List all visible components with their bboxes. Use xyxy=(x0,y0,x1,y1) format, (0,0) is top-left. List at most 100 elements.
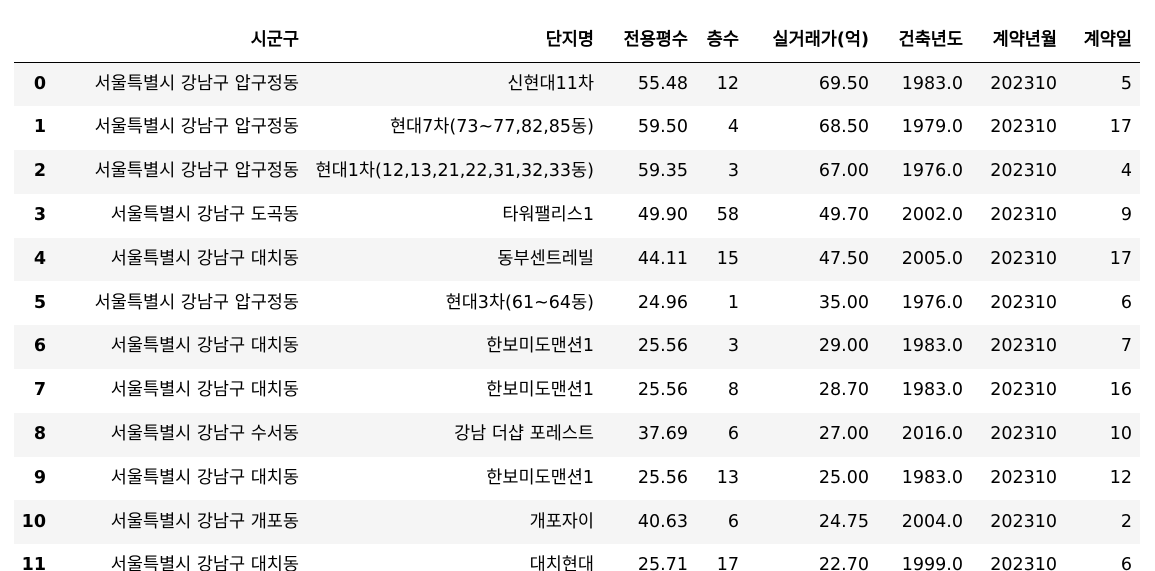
header-contract-ym: 계약년월 xyxy=(971,20,1065,63)
cell-area: 25.71 xyxy=(637,555,688,571)
cell-floor: 15 xyxy=(696,237,747,282)
cell-build-year: 1983.0 xyxy=(901,467,963,488)
cell-area: 37.69 xyxy=(602,412,696,457)
cell-floor: 3 xyxy=(696,150,747,194)
cell-area: 49.90 xyxy=(637,205,688,226)
cell-price: 47.50 xyxy=(747,237,877,282)
table-row: 6 서울특별시 강남구 대치동 한보미도맨션1 25.56 3 29.00 1983.0 20… xyxy=(14,325,1140,370)
cell-build-year: 1976.0 xyxy=(877,150,971,194)
header-price: 실거래가(억) xyxy=(747,20,877,63)
cell-price: 35.00 xyxy=(818,292,869,313)
dataframe-table: 시군구 단지명 전용평수 층수 실거래가(억) 건축년도 계약년월 계약일 0서… xyxy=(14,20,1140,571)
cell-sigungu: 서울특별시 강남구 압구정동 xyxy=(94,292,299,313)
cell-sigungu: 서울특별시 강남구 대치동 xyxy=(54,325,307,370)
cell-area: 40.63 xyxy=(602,500,696,545)
cell-floor: 8 xyxy=(727,380,739,401)
cell-build-year: 1999.0 xyxy=(901,555,963,571)
row-index: 3 xyxy=(33,205,46,226)
cell-sigungu: 서울특별시 강남구 압구정동 xyxy=(54,150,307,194)
cell-contract-day: 9 xyxy=(1120,205,1132,226)
cell-build-year: 1979.0 xyxy=(901,117,963,138)
row-index: 11 xyxy=(21,555,46,571)
cell-price: 22.70 xyxy=(818,555,869,571)
table-row: 0 서울특별시 강남구 압구정동 신현대11차 55.48 12 69.50 1983.0 2… xyxy=(14,62,1140,107)
row-index: 8 xyxy=(14,412,54,457)
cell-floor: 3 xyxy=(696,325,747,370)
cell-build-year: 2004.0 xyxy=(877,500,971,545)
cell-floor: 4 xyxy=(727,117,739,138)
cell-area: 59.50 xyxy=(637,117,688,138)
cell-danji: 한보미도맨션1 xyxy=(486,380,594,401)
table-row: 8 서울특별시 강남구 수서동 강남 더샵 포레스트 37.69 6 27.00 2016.… xyxy=(14,412,1140,457)
cell-contract-ym: 202310 xyxy=(990,292,1057,313)
table-row: 11 서울특별시 강남구 대치동 대치현대 25.71 17 22.70 1999.0 202… xyxy=(14,544,1140,571)
header-index xyxy=(14,20,54,63)
cell-area: 24.96 xyxy=(637,292,688,313)
cell-contract-ym: 202310 xyxy=(971,412,1065,457)
cell-contract-day: 2 xyxy=(1065,500,1140,545)
cell-floor: 58 xyxy=(716,205,739,226)
cell-floor: 13 xyxy=(716,467,739,488)
cell-floor: 12 xyxy=(696,62,747,107)
cell-contract-day: 17 xyxy=(1109,117,1132,138)
table-row: 4 서울특별시 강남구 대치동 동부센트레빌 44.11 15 47.50 2005.0 20… xyxy=(14,237,1140,282)
cell-price: 49.70 xyxy=(818,205,869,226)
cell-price: 69.50 xyxy=(747,62,877,107)
cell-contract-day: 10 xyxy=(1065,412,1140,457)
cell-build-year: 1976.0 xyxy=(901,292,963,313)
cell-danji: 동부센트레빌 xyxy=(307,237,602,282)
table-row: 10 서울특별시 강남구 개포동 개포자이 40.63 6 24.75 2004.0 2023… xyxy=(14,500,1140,545)
cell-danji: 개포자이 xyxy=(307,500,602,545)
cell-build-year: 1983.0 xyxy=(877,62,971,107)
cell-contract-day: 6 xyxy=(1120,292,1132,313)
cell-contract-day: 4 xyxy=(1065,150,1140,194)
cell-contract-ym: 202310 xyxy=(990,380,1057,401)
cell-area: 25.56 xyxy=(637,467,688,488)
cell-price: 29.00 xyxy=(747,325,877,370)
cell-contract-day: 17 xyxy=(1065,237,1140,282)
cell-area: 44.11 xyxy=(602,237,696,282)
cell-price: 24.75 xyxy=(747,500,877,545)
cell-danji: 신현대11차 xyxy=(307,62,602,107)
cell-area: 59.35 xyxy=(602,150,696,194)
row-index: 1 xyxy=(33,117,46,138)
cell-danji: 대치현대 xyxy=(529,555,594,571)
cell-contract-ym: 202310 xyxy=(990,117,1057,138)
cell-contract-day: 12 xyxy=(1109,467,1132,488)
cell-sigungu: 서울특별시 강남구 도곡동 xyxy=(110,205,299,226)
cell-contract-ym: 202310 xyxy=(971,325,1065,370)
cell-contract-day: 5 xyxy=(1065,62,1140,107)
table-row: 2 서울특별시 강남구 압구정동 현대1차(12,13,21,22,31,32,33… xyxy=(14,150,1140,194)
cell-contract-ym: 202310 xyxy=(971,500,1065,545)
cell-area: 25.56 xyxy=(637,380,688,401)
row-index: 7 xyxy=(33,380,46,401)
cell-price: 25.00 xyxy=(818,467,869,488)
header-sigungu: 시군구 xyxy=(54,20,307,63)
row-index: 6 xyxy=(14,325,54,370)
cell-danji: 타워팰리스1 xyxy=(502,205,594,226)
cell-floor: 1 xyxy=(727,292,739,313)
cell-contract-day: 7 xyxy=(1065,325,1140,370)
cell-build-year: 1983.0 xyxy=(877,325,971,370)
row-index: 9 xyxy=(33,467,46,488)
cell-sigungu: 서울특별시 강남구 대치동 xyxy=(110,467,299,488)
cell-build-year: 1983.0 xyxy=(901,380,963,401)
cell-contract-ym: 202310 xyxy=(990,467,1057,488)
cell-contract-day: 6 xyxy=(1120,555,1132,571)
row-index: 4 xyxy=(14,237,54,282)
cell-danji: 강남 더샵 포레스트 xyxy=(307,412,602,457)
row-index: 0 xyxy=(14,62,54,107)
cell-contract-ym: 202310 xyxy=(990,555,1057,571)
table-row: 1 서울특별시 강남구 압구정동 현대7차(73~77,82,85동) 59.50 4 6… xyxy=(14,106,1140,150)
cell-floor: 6 xyxy=(696,412,747,457)
cell-danji: 현대1차(12,13,21,22,31,32,33동) xyxy=(307,150,602,194)
table-row: 7 서울특별시 강남구 대치동 한보미도맨션1 25.56 8 28.70 1983.0 20… xyxy=(14,369,1140,413)
cell-area: 55.48 xyxy=(602,62,696,107)
cell-floor: 17 xyxy=(716,555,739,571)
cell-build-year: 2002.0 xyxy=(901,205,963,226)
cell-contract-ym: 202310 xyxy=(971,150,1065,194)
row-index: 10 xyxy=(14,500,54,545)
cell-area: 25.56 xyxy=(602,325,696,370)
table-row: 5 서울특별시 강남구 압구정동 현대3차(61~64동) 24.96 1 35.00 19… xyxy=(14,281,1140,325)
cell-contract-ym: 202310 xyxy=(990,205,1057,226)
